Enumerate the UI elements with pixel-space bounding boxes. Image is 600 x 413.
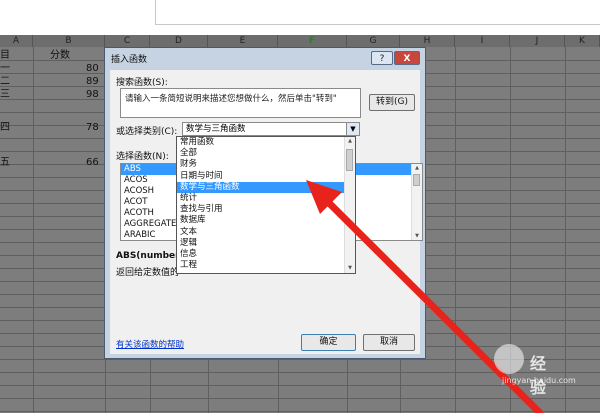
watermark-text: 经验: [530, 354, 547, 397]
watermark-subtext: jingyan.baidu.com: [502, 376, 576, 385]
paw-logo-icon: [494, 344, 524, 374]
